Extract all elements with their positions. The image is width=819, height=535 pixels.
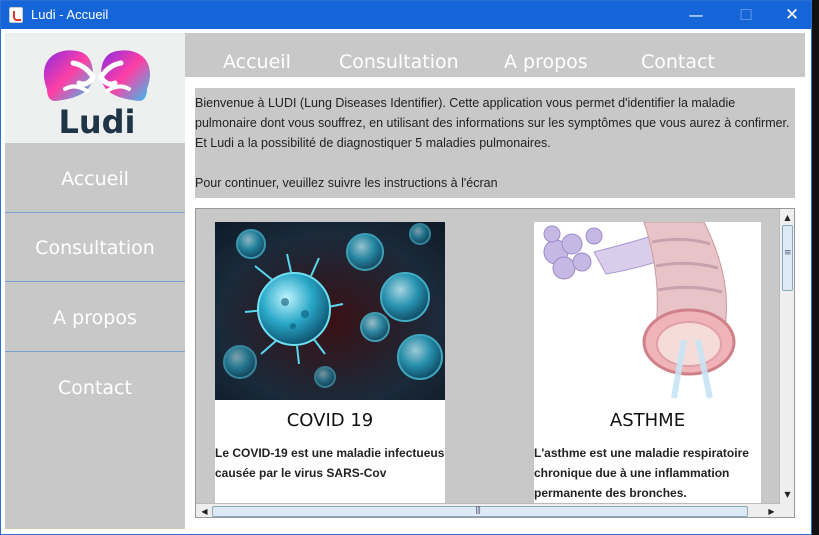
nav-a-propos[interactable]: A propos (504, 51, 588, 73)
app-window: Ludi - Accueil — ☐ ✕ Ludi Accueil Consul… (0, 0, 812, 535)
instruction-text: Pour continuer, veuillez suivre les inst… (195, 176, 498, 190)
java-icon (9, 7, 23, 23)
maximize-button[interactable]: ☐ (723, 1, 769, 29)
disease-card-covid[interactable]: COVID 19 Le COVID-19 est une maladie inf… (215, 222, 445, 512)
horizontal-scroll-thumb[interactable] (212, 505, 748, 517)
minimize-button[interactable]: — (673, 1, 719, 29)
disease-cards-scrollpane[interactable]: COVID 19 Le COVID-19 est une maladie inf… (195, 208, 795, 518)
scroll-up-arrow-icon[interactable]: ▲ (780, 210, 794, 225)
ludi-logo: Ludi (5, 33, 185, 143)
card-title: COVID 19 (286, 410, 374, 431)
sidebar-item-contact[interactable]: Contact (5, 354, 185, 422)
nav-consultation[interactable]: Consultation (339, 51, 459, 73)
sidebar-item-a-propos[interactable]: A propos (5, 284, 185, 352)
horizontal-scrollbar[interactable]: ◀ ▶ (196, 503, 780, 517)
bronchi-image (534, 222, 761, 400)
disease-card-asthme[interactable]: ASTHME L'asthme est une maladie respirat… (534, 222, 761, 512)
card-description: Le COVID-19 est une maladie infectueuse … (215, 446, 445, 480)
welcome-text-panel: Bienvenue à LUDI (Lung Diseases Identifi… (195, 88, 795, 198)
card-description: L'asthme est une maladie respiratoire ch… (534, 446, 749, 500)
scroll-left-arrow-icon[interactable]: ◀ (197, 504, 212, 517)
sidebar-item-consultation[interactable]: Consultation (5, 214, 185, 282)
sidebar-item-accueil[interactable]: Accueil (5, 145, 185, 213)
scroll-right-arrow-icon[interactable]: ▶ (764, 504, 779, 517)
card-title: ASTHME (609, 410, 686, 431)
vertical-scroll-thumb[interactable] (782, 225, 793, 291)
top-navigation: Accueil Consultation A propos Contact (185, 29, 805, 77)
desktop-background (812, 0, 819, 535)
close-button[interactable]: ✕ (769, 1, 811, 29)
vertical-scrollbar[interactable]: ▲ ▼ (779, 209, 794, 503)
window-title: Ludi - Accueil (31, 7, 109, 22)
scroll-down-arrow-icon[interactable]: ▼ (780, 487, 794, 502)
ludi-logo-icon: Ludi (43, 50, 151, 137)
title-bar[interactable]: Ludi - Accueil — ☐ ✕ (1, 1, 811, 29)
nav-accueil[interactable]: Accueil (223, 51, 291, 73)
scroll-corner (780, 503, 794, 517)
nav-contact[interactable]: Contact (641, 51, 715, 73)
logo-text: Ludi (58, 103, 135, 137)
sidebar: Ludi Accueil Consultation A propos Conta… (5, 33, 185, 529)
welcome-paragraph: Bienvenue à LUDI (Lung Diseases Identifi… (195, 96, 790, 150)
coronavirus-image (215, 222, 445, 400)
